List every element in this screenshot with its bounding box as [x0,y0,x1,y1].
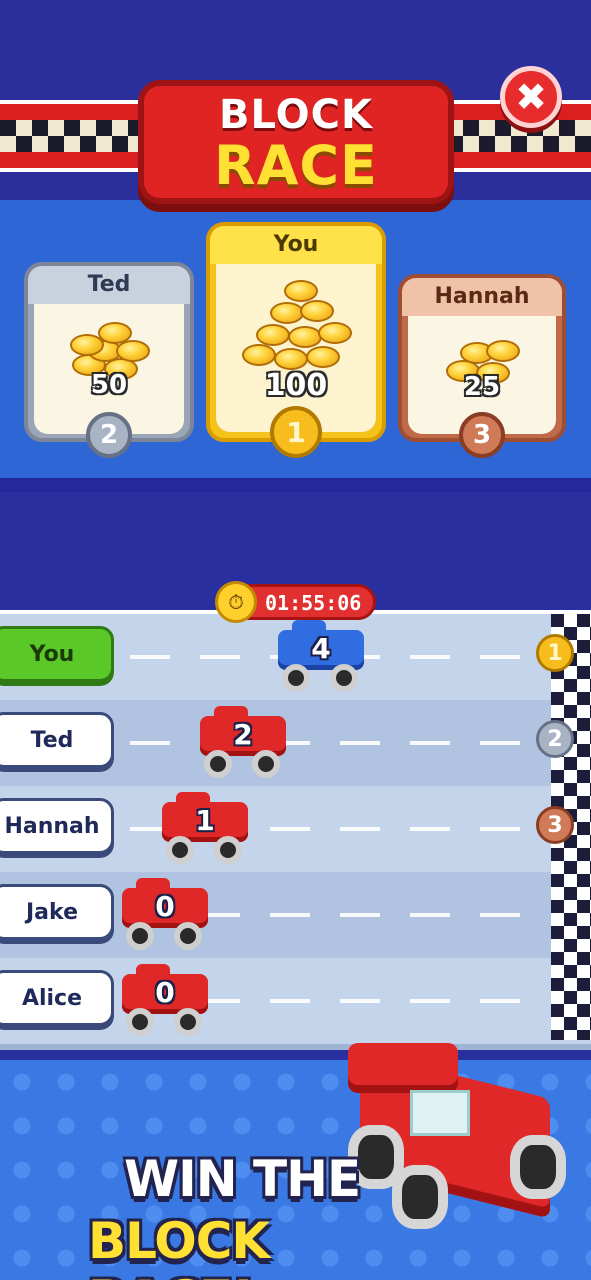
lane-medal-rank: 2 [547,726,563,752]
gold-medal-icon: 1 [270,406,322,458]
podium-card-1st: You 100 1 [206,222,386,458]
promo-headline-line1: WIN THE [124,1150,361,1208]
lane-medal-rank: 3 [547,812,563,838]
lane-name-tag: Hannah [0,798,114,854]
lane-medal-rank: 1 [547,640,563,666]
car-score: 4 [311,632,331,665]
podium-coins: 50 [90,370,128,400]
race-car: 4 [278,620,364,692]
timer-value: 01:55:06 [265,591,362,615]
promo-headline-line2: BLOCK RACE! [88,1212,270,1280]
title-banner: BLOCK RACE [138,80,454,204]
podium-rank: 2 [99,420,119,450]
lane-name-tag: You [0,626,114,682]
podium-coins: 25 [463,372,501,402]
x-icon: ✖ [515,75,547,119]
podium-name: Ted [28,266,190,304]
silver-medal-icon: 2 [536,720,574,758]
close-button[interactable]: ✖ [500,66,562,128]
podium-name: Hannah [402,278,562,316]
race-car: 2 [200,706,286,778]
lane-name-tag: Alice [0,970,114,1026]
coin-pile-icon [236,278,356,374]
car-score: 0 [155,976,175,1009]
podium-card-3rd: Hannah 25 3 [398,274,566,458]
car-score: 2 [233,718,253,751]
race-car: 1 [162,792,248,864]
bronze-medal-icon: 3 [536,806,574,844]
podium-coins: 100 [264,368,328,403]
bronze-medal-icon: 3 [459,412,505,458]
race-timer: ⏱ 01:55:06 [215,581,376,623]
podium-name: You [210,226,382,264]
race-car: 0 [122,878,208,950]
checkered-flag-left [0,100,160,172]
car-score: 0 [155,890,175,923]
silver-medal-icon: 2 [86,412,132,458]
lane-name-tag: Ted [0,712,114,768]
race-car: 0 [122,964,208,1036]
car-score: 1 [195,804,215,837]
title-line2: RACE [214,134,378,197]
stopwatch-icon: ⏱ [215,581,257,623]
gold-medal-icon: 1 [536,634,574,672]
podium-rank: 3 [472,420,492,450]
podium-rank: 1 [286,415,306,449]
title-line1: BLOCK [219,92,373,138]
podium-card-2nd: Ted 50 2 [24,262,194,458]
lane-name-tag: Jake [0,884,114,940]
